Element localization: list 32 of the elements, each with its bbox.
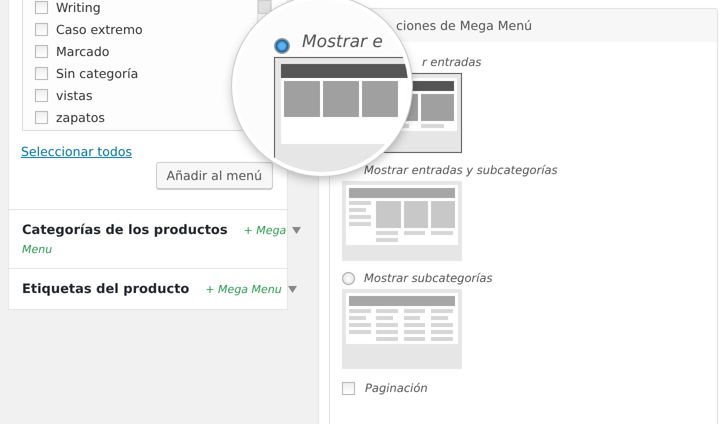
category-label: Sin categoría — [56, 66, 138, 80]
scrollbar-thumb[interactable] — [258, 0, 271, 14]
section-title[interactable]: Etiquetas del producto — [22, 282, 190, 297]
radio-button[interactable] — [342, 272, 355, 284]
add-to-menu-button[interactable]: Añadir al menú — [156, 162, 273, 189]
mega-menu-tag[interactable]: + Mega Menu — [205, 283, 282, 296]
radio-button[interactable] — [274, 38, 290, 54]
caret-icon[interactable] — [292, 227, 302, 234]
option-label: r entradas — [422, 55, 482, 69]
checkbox[interactable] — [35, 0, 48, 14]
mega-menu-tag[interactable]: + Mega — [244, 224, 286, 237]
checkbox[interactable] — [35, 88, 48, 102]
option-label: Mostrar entradas y subcategorías — [364, 163, 558, 177]
checkbox[interactable] — [35, 110, 48, 124]
category-label: Marcado — [56, 44, 110, 58]
section-title[interactable]: Categorías de los productos — [22, 223, 228, 238]
caret-icon[interactable] — [288, 286, 297, 293]
select-all-link[interactable]: Seleccionar todos — [21, 144, 132, 159]
checkbox[interactable] — [35, 22, 48, 36]
category-label: Caso extremo — [56, 22, 143, 36]
subcategories-layout-drawing[interactable] — [342, 289, 462, 369]
category-label: zapatos — [56, 110, 105, 124]
checkbox[interactable] — [35, 44, 48, 58]
mega-menu-tag[interactable]: Menu — [22, 243, 275, 256]
mixed-layout-drawing[interactable] — [342, 181, 462, 261]
option-label: Mostrar e — [302, 32, 383, 52]
option-label: Mostrar subcategorías — [364, 271, 492, 285]
pagination-label: Paginación — [365, 381, 428, 395]
category-label: Writing — [56, 0, 101, 14]
checkbox[interactable] — [35, 66, 48, 80]
checkbox[interactable] — [342, 382, 355, 394]
category-label: vistas — [56, 88, 92, 102]
